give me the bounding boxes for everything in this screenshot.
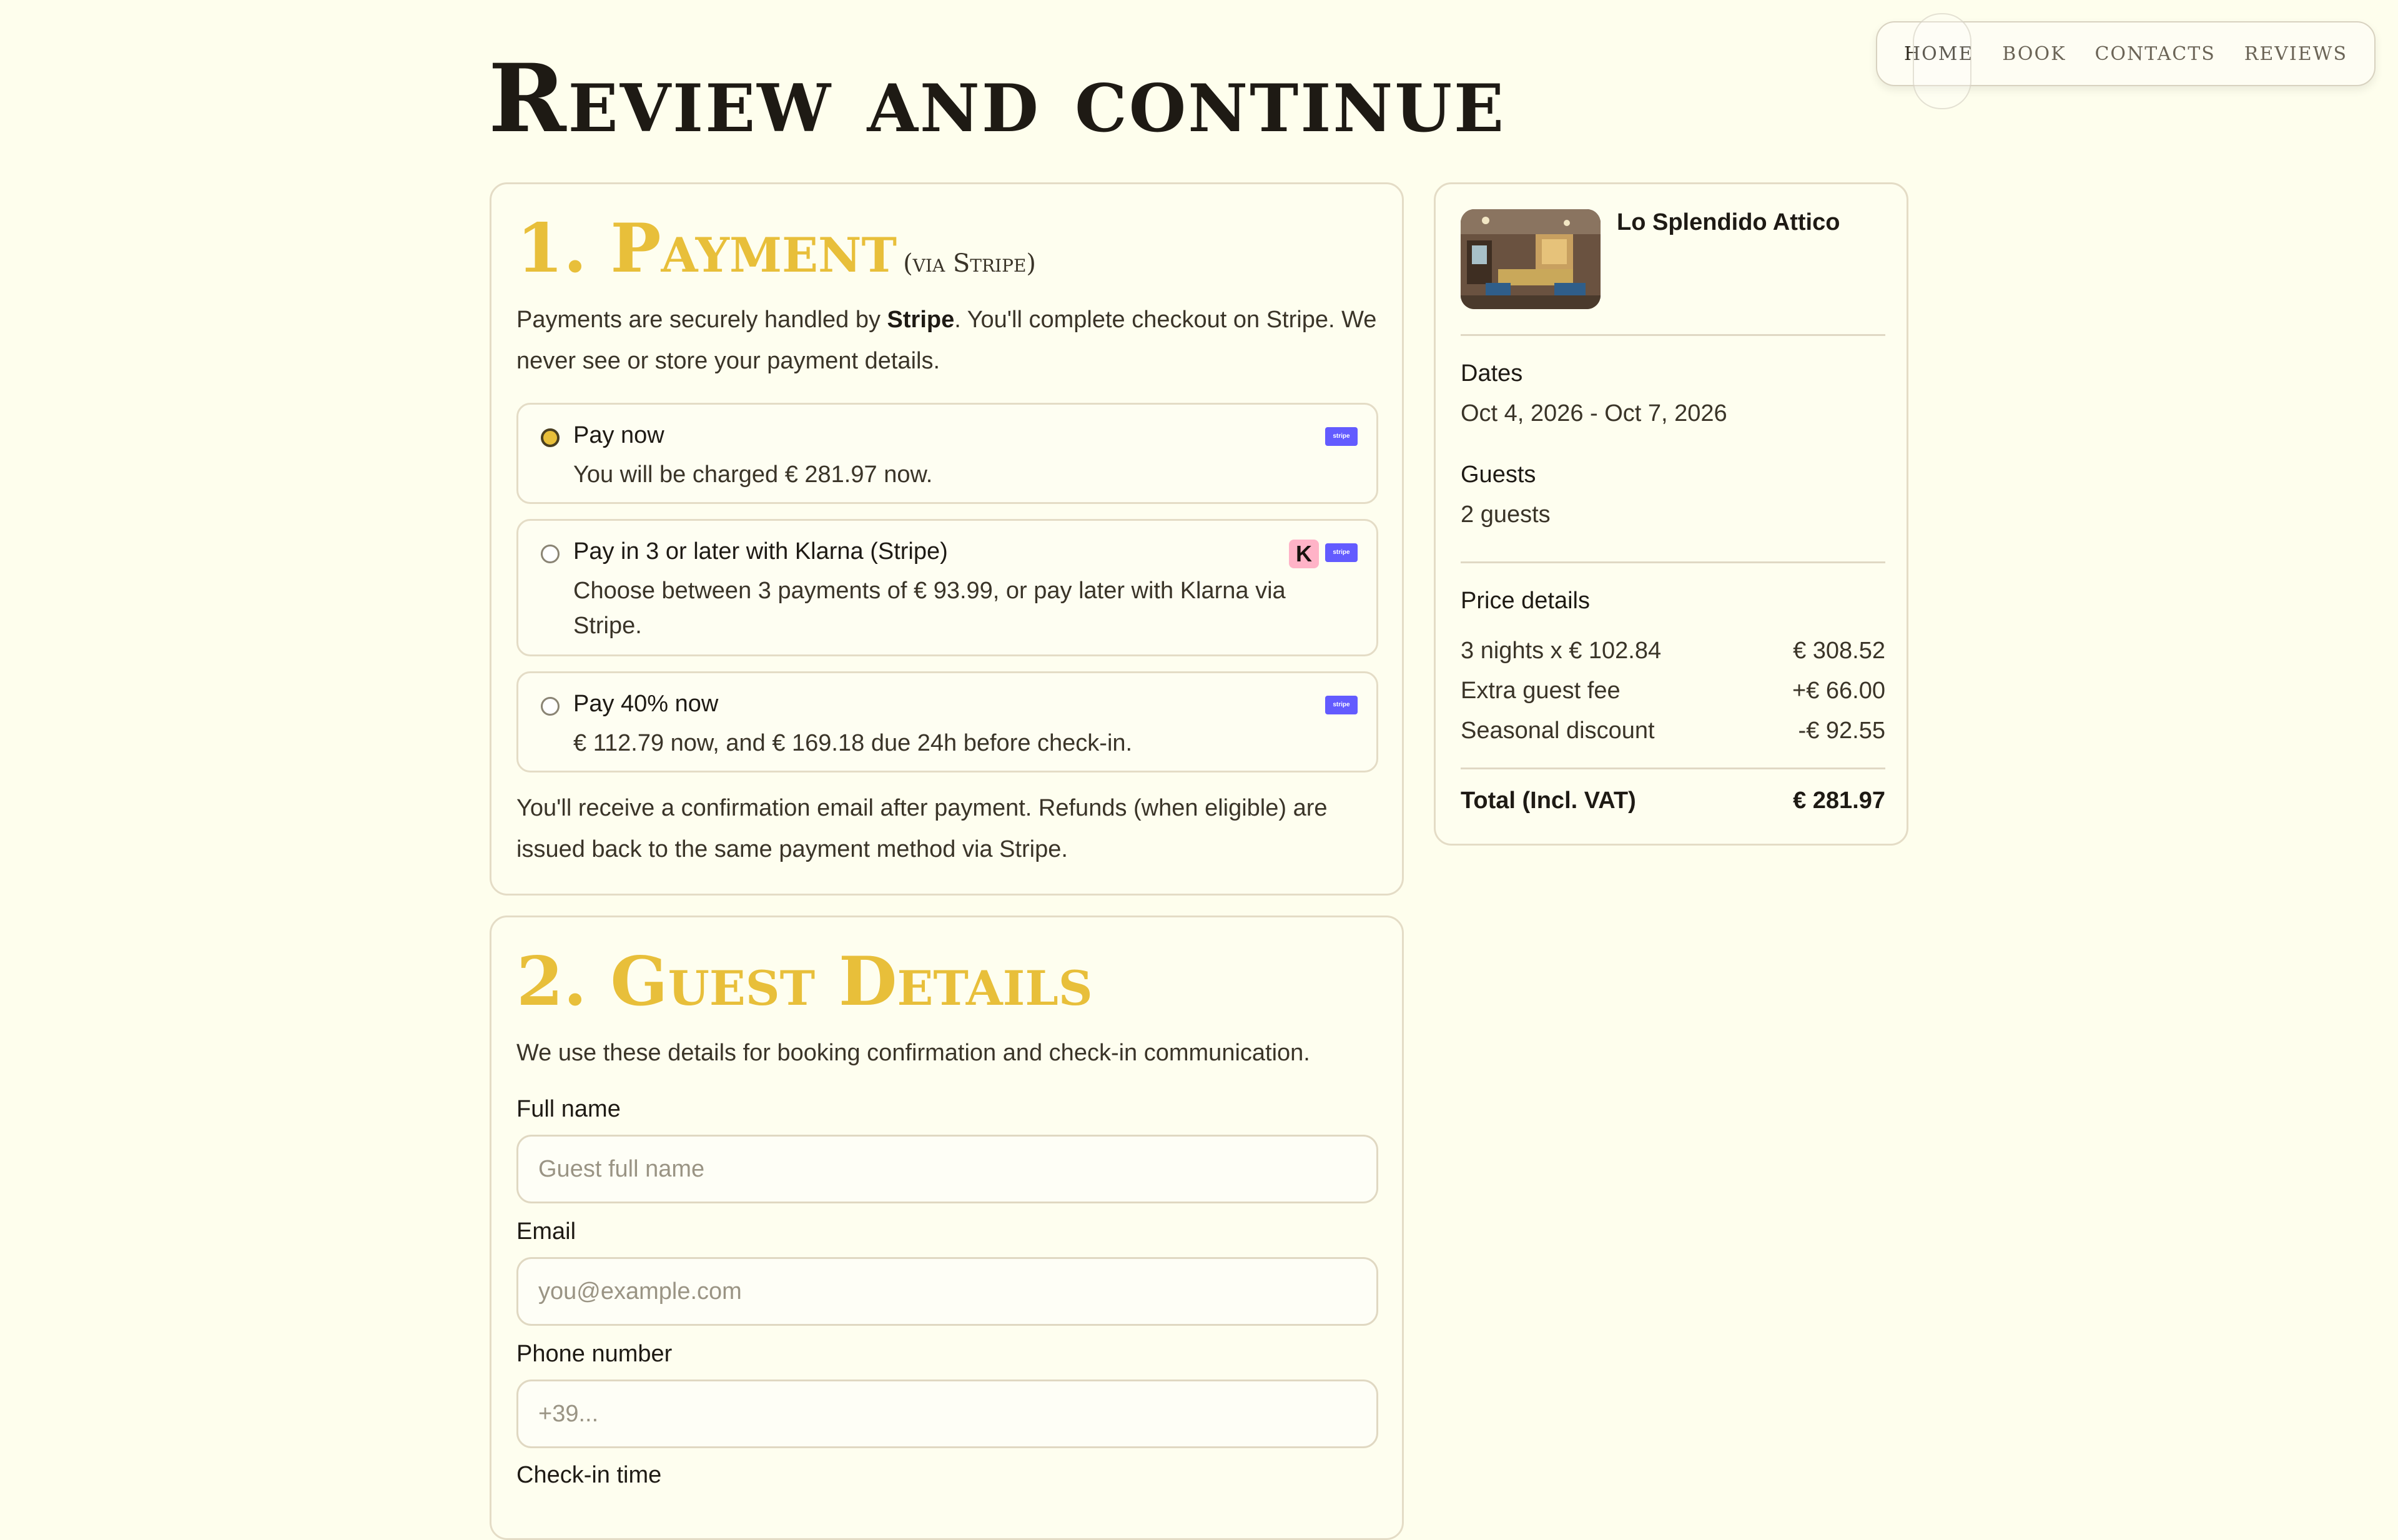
total-label: Total (Incl. VAT) — [1461, 787, 1636, 814]
guest-intro: We use these details for booking confirm… — [516, 1040, 1310, 1066]
price-row: Seasonal discount -€ 92.55 — [1461, 718, 1885, 744]
total-value: € 281.97 — [1793, 787, 1885, 814]
property-name: Lo Splendido Attico — [1617, 209, 1840, 235]
price-details-label: Price details — [1461, 588, 1590, 614]
stripe-logo-icon: stripe — [1325, 543, 1358, 562]
guest-title: 2. Guest Details — [516, 942, 1093, 1021]
price-row-value: +€ 66.00 — [1792, 678, 1885, 704]
dates-value: Oct 4, 2026 - Oct 7, 2026 — [1461, 400, 1727, 427]
payment-intro: Payments are securely handled by Stripe.… — [516, 299, 1384, 382]
radio-pay-now[interactable] — [541, 428, 560, 447]
price-row-value: € 308.52 — [1793, 638, 1885, 664]
price-row-label: Extra guest fee — [1461, 678, 1621, 704]
phone-label: Phone number — [516, 1341, 673, 1367]
divider — [1461, 561, 1885, 563]
guests-value: 2 guests — [1461, 501, 1551, 528]
nav-reviews[interactable]: REVIEWS — [2238, 38, 2354, 70]
dates-label: Dates — [1461, 360, 1523, 387]
guests-label: Guests — [1461, 462, 1536, 488]
payment-intro-text: Payments are securely handled by — [516, 307, 887, 333]
payment-option-klarna[interactable]: Pay in 3 or later with Klarna (Stripe) C… — [516, 519, 1378, 656]
booking-summary-card: Lo Splendido Attico Dates Oct 4, 2026 - … — [1434, 182, 1908, 846]
full-name-input[interactable] — [516, 1135, 1378, 1203]
option-desc: You will be charged € 281.97 now. — [573, 462, 933, 488]
option-title: Pay now — [573, 422, 664, 448]
nav-book[interactable]: BOOK — [1996, 38, 2072, 70]
option-desc: Choose between 3 payments of € 93.99, or… — [573, 578, 1286, 639]
payment-option-pay-40[interactable]: Pay 40% now € 112.79 now, and € 169.18 d… — [516, 671, 1378, 772]
price-row-label: 3 nights x € 102.84 — [1461, 638, 1662, 664]
property-photo — [1461, 209, 1601, 309]
nav-contacts[interactable]: CONTACTS — [2088, 38, 2221, 70]
divider — [1461, 768, 1885, 769]
top-nav: HOME BOOK CONTACTS REVIEWS — [1876, 12, 2376, 109]
radio-klarna[interactable] — [541, 545, 560, 563]
stripe-logo-icon: stripe — [1325, 696, 1358, 714]
option-title: Pay 40% now — [573, 691, 719, 717]
payment-card: 1. Payment (via Stripe) Payments are secu… — [490, 182, 1404, 896]
radio-pay-40[interactable] — [541, 697, 560, 716]
full-name-label: Full name — [516, 1096, 621, 1122]
payment-subtitle: (via Stripe) — [903, 249, 1037, 278]
divider — [1461, 334, 1885, 336]
price-row-value: -€ 92.55 — [1798, 718, 1885, 744]
stripe-logo-icon: stripe — [1325, 427, 1358, 446]
checkin-time-label: Check-in time — [516, 1462, 662, 1488]
guest-details-card: 2. Guest Details We use these details fo… — [490, 916, 1404, 1540]
payment-title: 1. Payment — [516, 209, 897, 288]
nav-home[interactable]: HOME — [1898, 12, 1980, 109]
klarna-logo-icon: K — [1289, 540, 1319, 568]
price-row: 3 nights x € 102.84 € 308.52 — [1461, 638, 1885, 664]
payment-heading: 1. Payment (via Stripe) — [516, 209, 1036, 288]
price-row-label: Seasonal discount — [1461, 718, 1655, 744]
payment-option-pay-now[interactable]: Pay now You will be charged € 281.97 now… — [516, 403, 1378, 504]
total-row: Total (Incl. VAT) € 281.97 — [1461, 787, 1885, 814]
payment-footer: You'll receive a confirmation email afte… — [516, 795, 1328, 862]
email-input[interactable] — [516, 1257, 1378, 1326]
property-thumbnail — [1461, 209, 1601, 309]
option-desc: € 112.79 now, and € 169.18 due 24h befor… — [573, 730, 1133, 756]
phone-input[interactable] — [516, 1380, 1378, 1448]
price-row: Extra guest fee +€ 66.00 — [1461, 678, 1885, 704]
payment-intro-brand: Stripe — [887, 307, 955, 333]
email-label: Email — [516, 1218, 576, 1245]
guest-heading: 2. Guest Details — [516, 942, 1093, 1021]
page-title: Review and continue — [488, 44, 1506, 154]
option-title: Pay in 3 or later with Klarna (Stripe) — [573, 538, 948, 565]
